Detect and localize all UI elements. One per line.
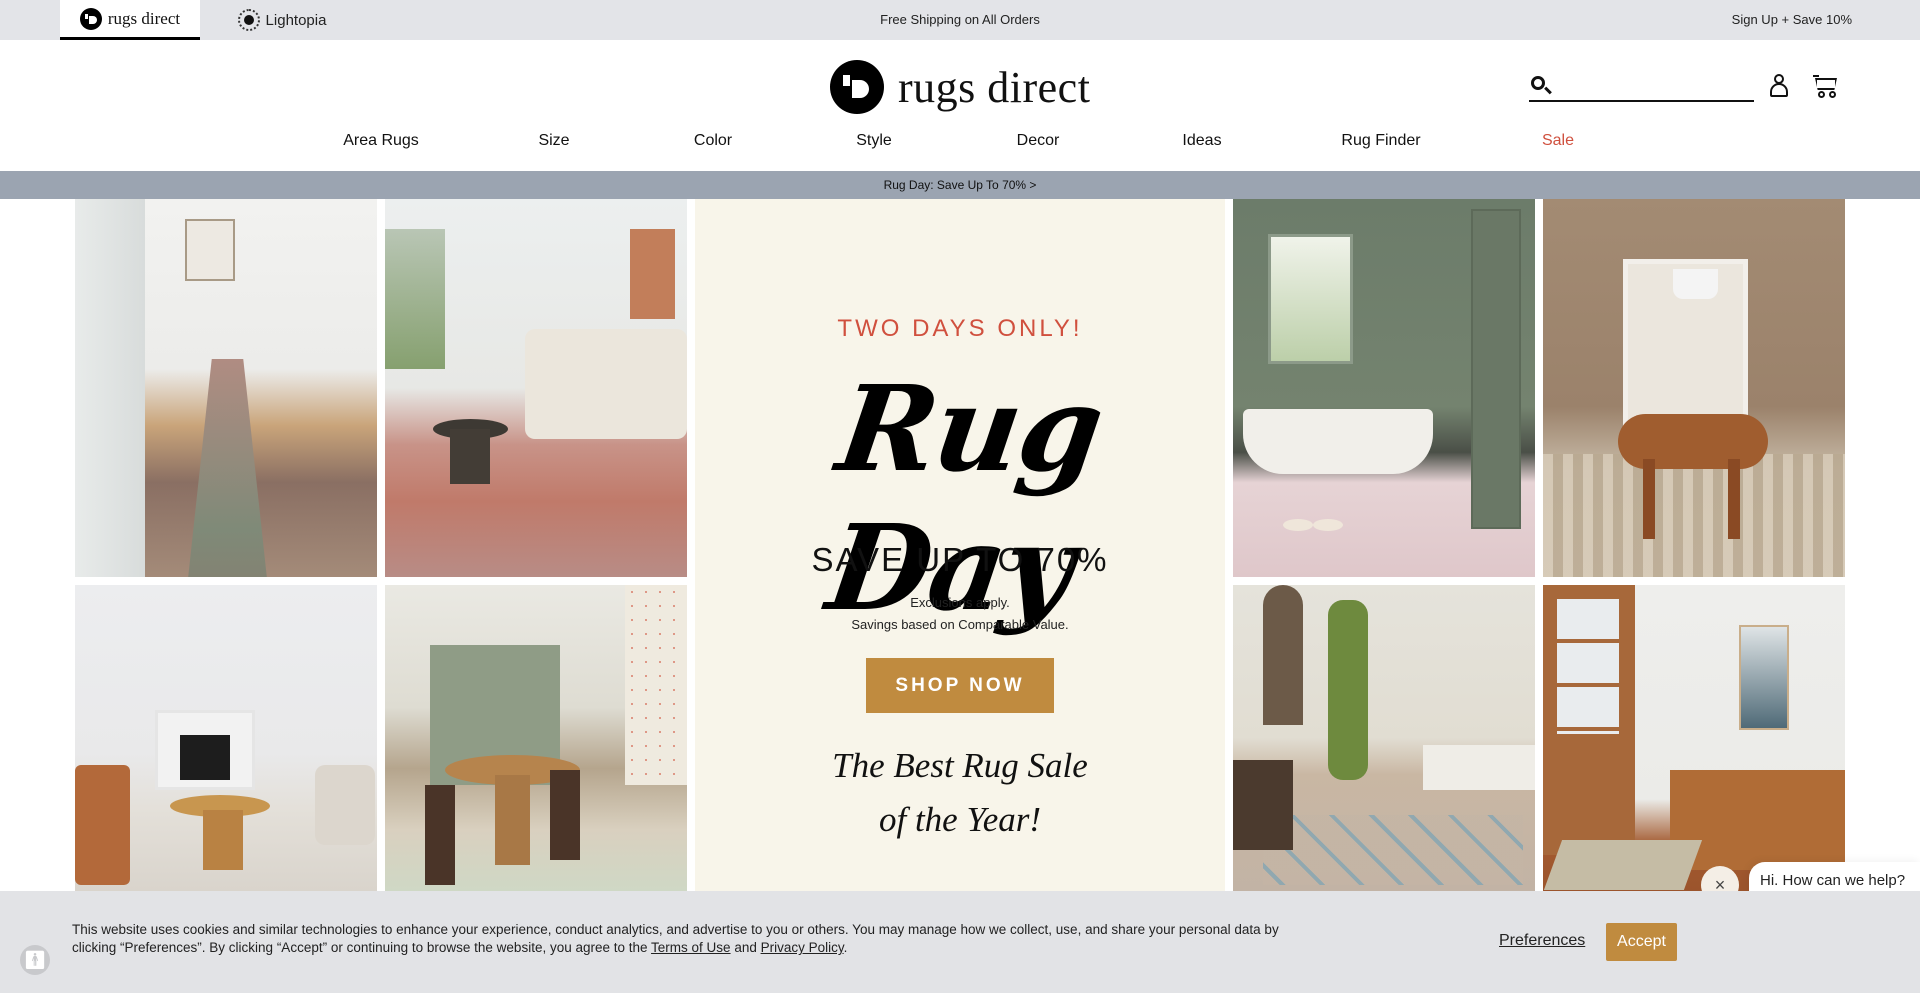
image-tile-fireplace[interactable]: [75, 585, 377, 891]
cookie-text-and: and: [730, 940, 761, 955]
main-nav: Area Rugs Size Color Style Decor Ideas R…: [0, 132, 1920, 162]
accept-button[interactable]: Accept: [1606, 923, 1677, 961]
cookie-banner: This website uses cookies and similar te…: [0, 891, 1920, 993]
image-tile-dining[interactable]: [1543, 199, 1845, 577]
chat-prompt-bubble[interactable]: Hi. How can we help?: [1749, 862, 1920, 892]
hero-tagline-line-1: The Best Rug Sale: [832, 746, 1088, 785]
image-tile-living-red[interactable]: [385, 199, 687, 577]
cart-icon[interactable]: [1813, 75, 1839, 99]
image-tile-hallway[interactable]: [75, 199, 377, 577]
logo-mark-icon: [830, 60, 884, 114]
image-tile-patio[interactable]: [1233, 585, 1535, 891]
nav-ideas[interactable]: Ideas: [1182, 132, 1221, 150]
hero-exclusions: Exclusions apply.: [910, 595, 1010, 610]
rug-day-hero-banner: TWO DAYS ONLY! Rug Day SAVE UP TO 70% Ex…: [695, 199, 1225, 891]
nav-size[interactable]: Size: [538, 132, 569, 150]
hero-fine-print: Exclusions apply. Savings based on Compa…: [695, 592, 1225, 636]
hero-headline: SAVE UP TO 70%: [811, 541, 1109, 578]
preferences-link[interactable]: Preferences: [1499, 932, 1585, 950]
cookie-notice-text: This website uses cookies and similar te…: [72, 921, 1312, 957]
site-header: rugs direct Area Rugs Size Color Style D…: [0, 40, 1920, 171]
nav-rug-finder[interactable]: Rug Finder: [1341, 132, 1420, 150]
image-tile-entryway[interactable]: [1543, 585, 1845, 891]
search-icon[interactable]: [1531, 76, 1545, 90]
accessibility-icon[interactable]: 🚹︎: [20, 945, 50, 975]
image-tile-bathroom[interactable]: [1233, 199, 1535, 577]
signup-link[interactable]: Sign Up + Save 10%: [1732, 12, 1852, 27]
privacy-policy-link[interactable]: Privacy Policy: [761, 940, 844, 955]
terms-of-use-link[interactable]: Terms of Use: [651, 940, 731, 955]
hero-tagline-line-2: of the Year!: [878, 800, 1042, 839]
image-tile-kitchen[interactable]: [385, 585, 687, 891]
nav-sale[interactable]: Sale: [1542, 132, 1574, 150]
hero-kicker: TWO DAYS ONLY!: [837, 315, 1083, 342]
nav-color[interactable]: Color: [694, 132, 732, 150]
site-logo[interactable]: rugs direct: [830, 60, 1090, 114]
nav-decor[interactable]: Decor: [1017, 132, 1060, 150]
nav-style[interactable]: Style: [856, 132, 892, 150]
promo-bar[interactable]: Rug Day: Save Up To 70% >: [0, 171, 1920, 199]
free-shipping-text: Free Shipping on All Orders: [880, 12, 1040, 27]
logo-text: rugs direct: [898, 62, 1091, 112]
nav-area-rugs[interactable]: Area Rugs: [343, 132, 419, 150]
search-input[interactable]: [1557, 70, 1752, 100]
hero-savings-note: Savings based on Comparable Value.: [851, 617, 1069, 632]
cookie-text-end: .: [843, 940, 848, 955]
shop-now-button[interactable]: SHOP NOW: [866, 658, 1054, 713]
top-bar: rugs direct Lightopia Free Shipping on A…: [0, 0, 1920, 40]
hero-tagline: The Best Rug Sale of the Year!: [695, 739, 1225, 847]
search-box: [1529, 70, 1754, 102]
account-icon[interactable]: [1769, 74, 1789, 98]
